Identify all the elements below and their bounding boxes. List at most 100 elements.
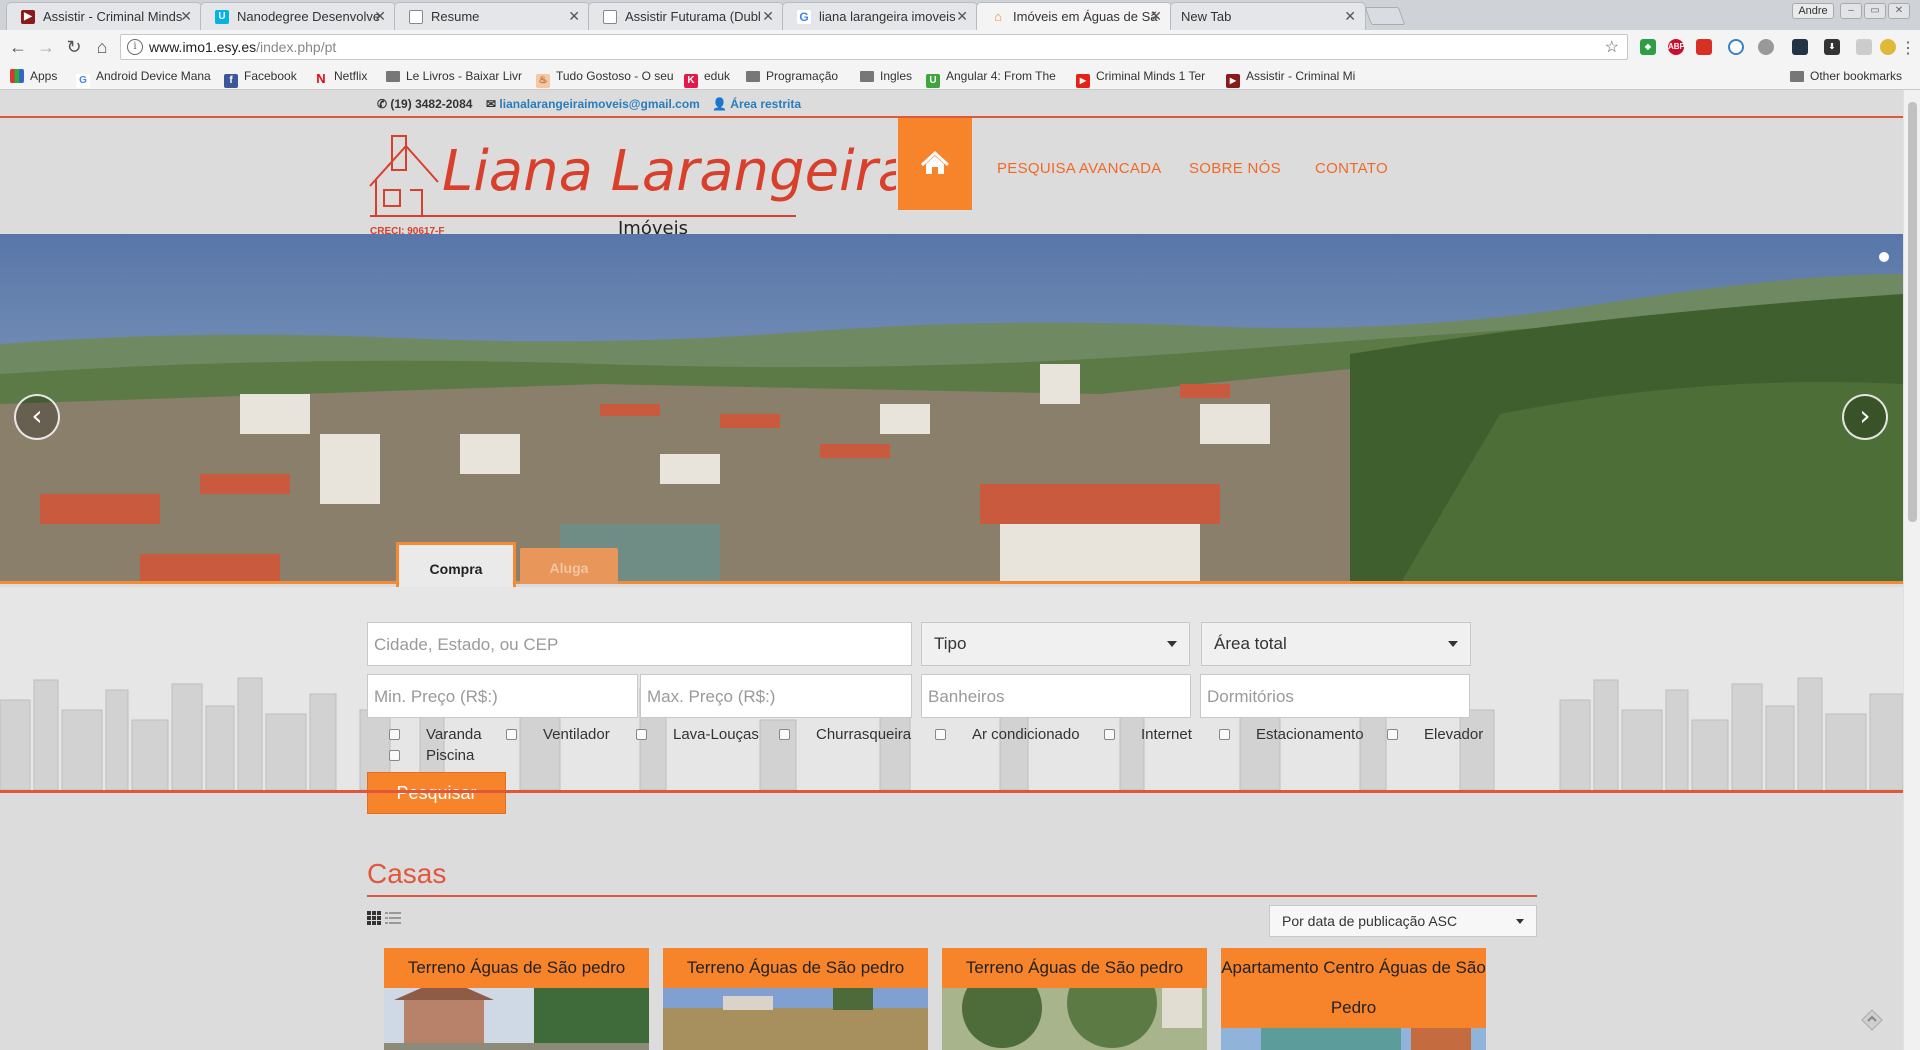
- bookmark-criminal-minds-youtube[interactable]: ▶ Criminal Minds 1 Ter: [1076, 69, 1205, 88]
- bookmark-assistir-criminal[interactable]: ▶ Assistir - Criminal Mi: [1226, 69, 1355, 88]
- close-tab-icon[interactable]: ✕: [374, 8, 386, 25]
- checkbox-ventilador[interactable]: Ventilador: [506, 726, 610, 743]
- bookmark-le-livros[interactable]: Le Livros - Baixar Livr: [386, 69, 522, 83]
- bathrooms-input[interactable]: Banheiros: [921, 674, 1191, 718]
- address-bar[interactable]: i www.imo1.esy.es/index.php/pt ☆: [120, 34, 1628, 60]
- close-tab-icon[interactable]: ✕: [1150, 8, 1162, 25]
- tab-resume[interactable]: Resume ✕: [394, 2, 590, 30]
- checkbox-box[interactable]: [389, 729, 400, 740]
- bookmark-programacao[interactable]: Programação: [746, 69, 838, 83]
- sync-extension-icon[interactable]: [1728, 39, 1744, 55]
- tab-futurama[interactable]: Assistir Futurama (Dubl ✕: [588, 2, 784, 30]
- checkbox-ar-condicionado[interactable]: Ar condicionado: [935, 726, 1080, 743]
- bookmark-star-icon[interactable]: ☆: [1605, 37, 1619, 57]
- home-icon[interactable]: ⌂: [92, 37, 112, 58]
- scrollbar-thumb[interactable]: [1908, 102, 1917, 522]
- nav-about[interactable]: SOBRE NÓS: [1189, 160, 1281, 177]
- checkbox-box[interactable]: [506, 729, 517, 740]
- checkbox-churrasqueira[interactable]: Churrasqueira: [779, 726, 911, 743]
- checkbox-varanda[interactable]: Varanda: [389, 726, 482, 743]
- checkbox-box[interactable]: [636, 729, 647, 740]
- carousel-next-button[interactable]: ›: [1842, 394, 1888, 440]
- bookmark-netflix[interactable]: N Netflix: [314, 69, 367, 86]
- extension-light-icon[interactable]: [1856, 39, 1872, 55]
- checkbox-box[interactable]: [389, 750, 400, 761]
- max-price-input[interactable]: Max. Preço (R$:): [640, 674, 912, 718]
- restricted-area-link[interactable]: 👤 Área restrita: [712, 97, 801, 111]
- property-card[interactable]: Terreno Águas de São pedro: [942, 948, 1207, 1050]
- maximize-button[interactable]: ▭: [1864, 3, 1886, 19]
- checkbox-piscina[interactable]: Piscina: [389, 747, 474, 764]
- close-tab-icon[interactable]: ✕: [568, 8, 580, 25]
- checkbox-box[interactable]: [1387, 729, 1398, 740]
- close-tab-icon[interactable]: ✕: [956, 8, 968, 25]
- bookmark-apps[interactable]: Apps: [10, 69, 57, 83]
- forward-icon[interactable]: →: [36, 37, 56, 58]
- tab-buy[interactable]: Compra: [396, 542, 516, 587]
- property-card[interactable]: Terreno Águas de São pedro: [663, 948, 928, 1050]
- tab-rent[interactable]: Aluga: [520, 548, 618, 584]
- bookmark-tudo-gostoso[interactable]: ♨ Tudo Gostoso - O seu: [536, 69, 674, 88]
- grid-view-icon[interactable]: [367, 911, 381, 925]
- list-view-icon[interactable]: [385, 911, 401, 925]
- carousel-prev-button[interactable]: ‹: [14, 394, 60, 440]
- new-tab-button[interactable]: [1364, 7, 1406, 25]
- property-title[interactable]: Terreno Águas de São pedro: [942, 948, 1207, 988]
- bookmark-android[interactable]: G Android Device Mana: [76, 69, 211, 88]
- location-input[interactable]: Cidade, Estado, ou CEP: [367, 622, 912, 666]
- profile-button[interactable]: Andre: [1792, 3, 1834, 19]
- type-select[interactable]: Tipo: [921, 622, 1190, 666]
- close-window-button[interactable]: ✕: [1888, 3, 1910, 19]
- other-bookmarks[interactable]: Other bookmarks: [1790, 69, 1902, 83]
- close-tab-icon[interactable]: ✕: [180, 8, 192, 25]
- site-logo[interactable]: Liana Larangeira Imóveis CRECI: 90617-F: [366, 126, 896, 236]
- checkbox-box[interactable]: [935, 729, 946, 740]
- property-title[interactable]: Terreno Águas de São pedro: [384, 948, 649, 988]
- property-card[interactable]: Terreno Águas de São pedro: [384, 948, 649, 1050]
- back-icon[interactable]: ←: [8, 37, 28, 58]
- extension-yellow-icon[interactable]: [1880, 39, 1896, 55]
- nav-advanced-search[interactable]: PESQUISA AVANCADA: [997, 160, 1162, 177]
- property-title[interactable]: Terreno Águas de São pedro: [663, 948, 928, 988]
- tab-google-search[interactable]: G liana larangeira imoveis ✕: [782, 2, 978, 30]
- bookmark-ingles[interactable]: Ingles: [860, 69, 912, 83]
- email-link[interactable]: ✉ lianalarangeiraimoveis@gmail.com: [486, 97, 700, 111]
- checkbox-estacionamento[interactable]: Estacionamento: [1219, 726, 1364, 743]
- close-tab-icon[interactable]: ✕: [762, 8, 774, 25]
- checkbox-lava-loucas[interactable]: Lava-Louças: [636, 726, 759, 743]
- extension-gray-icon[interactable]: [1758, 39, 1774, 55]
- min-price-input[interactable]: Min. Preço (R$:): [367, 674, 638, 718]
- extension-green-icon[interactable]: ◆: [1640, 39, 1656, 55]
- area-select[interactable]: Área total: [1201, 622, 1471, 666]
- page-scrollbar[interactable]: [1903, 90, 1920, 1050]
- checkbox-elevador[interactable]: Elevador: [1387, 726, 1483, 743]
- extension-dark-icon[interactable]: [1792, 39, 1808, 55]
- minimize-button[interactable]: –: [1840, 3, 1862, 19]
- bedrooms-input[interactable]: Dormitórios: [1200, 674, 1470, 718]
- sort-select[interactable]: Por data de publicação ASC: [1269, 905, 1537, 937]
- checkbox-box[interactable]: [1219, 729, 1230, 740]
- tab-criminal-minds[interactable]: ▶ Assistir - Criminal Minds ✕: [6, 2, 202, 30]
- property-card[interactable]: Apartamento Centro Águas de São Pedro: [1221, 948, 1486, 1050]
- bookmark-facebook[interactable]: f Facebook: [224, 69, 297, 88]
- checkbox-box[interactable]: [1104, 729, 1115, 740]
- tab-new-tab[interactable]: New Tab ✕: [1170, 2, 1366, 30]
- tab-nanodegree[interactable]: U Nanodegree Desenvolve ✕: [200, 2, 396, 30]
- checkbox-box[interactable]: [779, 729, 790, 740]
- share-icon[interactable]: [1860, 1008, 1884, 1032]
- property-title[interactable]: Apartamento Centro Águas de São Pedro: [1221, 948, 1486, 1028]
- adblock-icon[interactable]: ABP: [1668, 39, 1685, 55]
- extension-red-icon[interactable]: [1696, 39, 1712, 55]
- site-info-icon[interactable]: i: [127, 39, 143, 55]
- bookmark-eduk[interactable]: Keduk: [684, 69, 730, 88]
- tab-imoveis[interactable]: ⌂ Imóveis em Águas de Sã ✕: [976, 2, 1172, 30]
- reload-icon[interactable]: ↻: [64, 37, 84, 58]
- search-button[interactable]: Pesquisar: [367, 772, 506, 814]
- browser-menu-icon[interactable]: ⋮: [1900, 38, 1916, 58]
- bookmark-angular[interactable]: U Angular 4: From The: [926, 69, 1056, 88]
- carousel-indicator-dot[interactable]: [1879, 252, 1889, 262]
- checkbox-internet[interactable]: Internet: [1104, 726, 1192, 743]
- nav-contact[interactable]: CONTATO: [1315, 160, 1388, 177]
- download-extension-icon[interactable]: ⬇: [1824, 39, 1840, 55]
- close-tab-icon[interactable]: ✕: [1344, 8, 1356, 25]
